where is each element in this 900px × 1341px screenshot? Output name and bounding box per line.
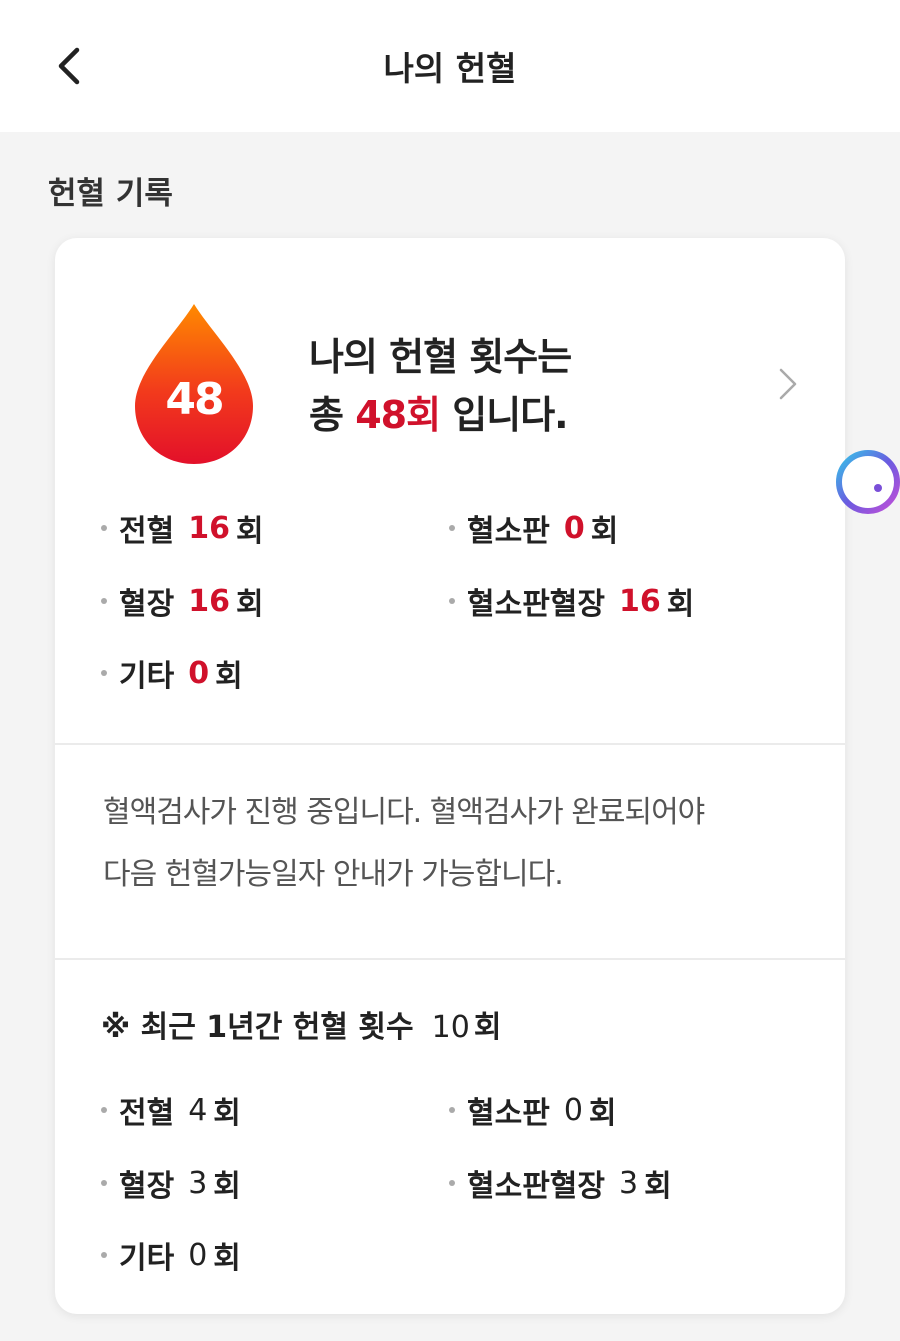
divider xyxy=(55,958,845,960)
stat-value: 16 xyxy=(188,583,230,619)
bullet-dot xyxy=(101,670,107,676)
stat-value: 0 xyxy=(563,510,585,546)
blood-drop-badge: 48 xyxy=(133,302,255,466)
recent-stat-other: 기타 0 회 xyxy=(101,1233,241,1277)
floating-assistant-button[interactable] xyxy=(836,450,900,514)
stat-label: 기타 xyxy=(119,659,175,694)
stat-value: 16 xyxy=(188,510,230,546)
page-title: 나의 헌혈 xyxy=(383,49,517,88)
stat-value: 0 xyxy=(188,1237,208,1273)
stat-label: 혈장 xyxy=(119,1169,175,1204)
stat-label: 혈소판혈장 xyxy=(467,587,605,622)
bullet-dot xyxy=(101,1180,107,1186)
recent-stat-platelet-plasma: 혈소판혈장 3 회 xyxy=(449,1161,672,1205)
headline-line-2: 총 48회 입니다. xyxy=(309,386,571,444)
recent-count: 10 xyxy=(431,1010,470,1045)
stat-unit: 회 xyxy=(590,514,619,549)
bullet-dot xyxy=(449,598,455,604)
stat-unit: 회 xyxy=(213,1096,241,1131)
stat-unit: 회 xyxy=(235,587,264,622)
donation-record-card: 48 나의 헌혈 횟수는 총 48회 입니다. 전혈 16 회 혈소판 0 회 … xyxy=(55,238,845,1314)
headline-prefix: 총 xyxy=(309,393,356,437)
recent-unit: 회 xyxy=(473,1010,502,1045)
stat-other: 기타 0 회 xyxy=(101,651,243,695)
headline-suffix: 입니다. xyxy=(440,393,568,437)
bullet-dot xyxy=(101,525,107,531)
bullet-dot xyxy=(101,598,107,604)
bullet-dot xyxy=(449,1180,455,1186)
stat-platelet-plasma: 혈소판혈장 16 회 xyxy=(449,579,694,623)
stat-unit: 회 xyxy=(213,1241,241,1276)
recent-stat-whole-blood: 전혈 4 회 xyxy=(101,1088,241,1132)
donation-summary[interactable]: 48 나의 헌혈 횟수는 총 48회 입니다. 전혈 16 회 혈소판 0 회 … xyxy=(55,238,845,743)
recent-stat-plasma: 혈장 3 회 xyxy=(101,1161,241,1205)
stat-label: 혈소판혈장 xyxy=(467,1169,605,1204)
stat-value: 0 xyxy=(563,1092,583,1128)
total-count-badge: 48 xyxy=(165,374,224,425)
stat-value: 0 xyxy=(188,655,210,691)
recent-year-title: ※ 최근 1년간 헌혈 횟수 10 회 xyxy=(101,1002,501,1046)
bullet-dot xyxy=(101,1252,107,1258)
stat-value: 3 xyxy=(619,1165,639,1201)
stat-label: 전혈 xyxy=(119,1096,175,1131)
headline-total: 48회 xyxy=(355,393,441,437)
assistant-ring-icon xyxy=(836,450,900,514)
bullet-dot xyxy=(101,1107,107,1113)
stat-whole-blood: 전혈 16 회 xyxy=(101,506,264,550)
stat-unit: 회 xyxy=(213,1169,241,1204)
stat-plasma: 혈장 16 회 xyxy=(101,579,264,623)
stat-value: 4 xyxy=(188,1092,208,1128)
stat-value: 3 xyxy=(188,1165,208,1201)
stat-label: 혈장 xyxy=(119,587,175,622)
stat-unit: 회 xyxy=(588,1096,617,1131)
stat-platelet: 혈소판 0 회 xyxy=(449,506,618,550)
stat-unit: 회 xyxy=(215,659,243,694)
stat-label: 전혈 xyxy=(119,514,175,549)
stat-unit: 회 xyxy=(235,514,264,549)
stat-label: 혈소판 xyxy=(467,514,550,549)
stat-unit: 회 xyxy=(666,587,695,622)
stat-unit: 회 xyxy=(644,1169,672,1204)
bullet-dot xyxy=(449,1107,455,1113)
recent-title-label: ※ 최근 1년간 헌혈 횟수 xyxy=(101,1010,414,1045)
notice-line-1: 혈액검사가 진행 중입니다. 혈액검사가 완료되어야 xyxy=(103,795,705,830)
bullet-dot xyxy=(449,525,455,531)
recent-stat-platelet: 혈소판 0 회 xyxy=(449,1088,617,1132)
headline-line-1: 나의 헌혈 횟수는 xyxy=(309,335,572,379)
chevron-right-icon[interactable] xyxy=(771,364,801,404)
notice-line-2: 다음 헌혈가능일자 안내가 가능합니다. xyxy=(103,857,564,892)
blood-test-notice: 혈액검사가 진행 중입니다. 혈액검사가 완료되어야 다음 헌혈가능일자 안내가… xyxy=(103,782,783,906)
divider xyxy=(55,743,845,745)
stat-label: 혈소판 xyxy=(467,1096,550,1131)
stat-label: 기타 xyxy=(119,1241,175,1276)
total-count-headline: 나의 헌혈 횟수는 총 48회 입니다. xyxy=(309,328,572,444)
stat-value: 16 xyxy=(619,583,661,619)
top-bar: 나의 헌혈 xyxy=(0,0,900,132)
section-title: 헌혈 기록 xyxy=(48,176,173,212)
